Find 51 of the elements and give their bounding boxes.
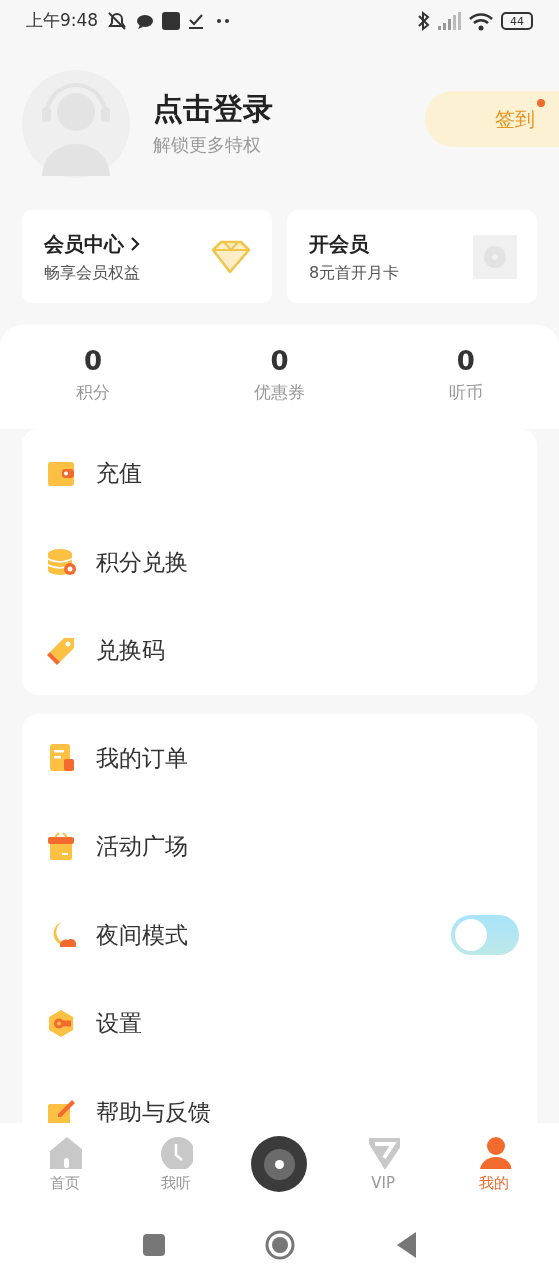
home-circle-icon xyxy=(264,1230,295,1260)
card-title: 开会员 xyxy=(309,230,369,258)
clock-icon xyxy=(158,1135,193,1169)
stat-label: 积分 xyxy=(76,380,111,404)
disc-image-icon xyxy=(473,234,517,279)
stat-value[interactable]: 0 xyxy=(84,345,103,378)
menu-item[interactable]: 设置 xyxy=(22,979,537,1068)
gift-box-icon xyxy=(46,830,76,862)
stat-label: 优惠券 xyxy=(254,380,305,404)
menu-item[interactable]: 帮助与反馈 xyxy=(22,1067,537,1123)
recent-apps-icon xyxy=(142,1234,165,1256)
stat-value[interactable]: 0 xyxy=(270,345,289,378)
menu-item[interactable]: 兑换码 xyxy=(22,606,537,695)
menu-item[interactable]: 夜间模式 xyxy=(22,890,537,979)
status-time: 上午9:48 xyxy=(26,9,99,33)
chat-bubble-icon xyxy=(136,12,155,30)
menu-label: 夜间模式 xyxy=(96,920,189,950)
signal-icon xyxy=(438,12,461,30)
wifi-icon xyxy=(469,11,493,31)
menu-label: 充值 xyxy=(96,459,143,488)
more-dots-icon xyxy=(216,17,231,25)
stat-label: 听币 xyxy=(448,380,483,404)
card-subtitle: 8元首开月卡 xyxy=(309,261,400,284)
menu-label: 帮助与反馈 xyxy=(96,1097,212,1123)
gear-icon xyxy=(46,1007,76,1039)
login-title[interactable]: 点击登录 xyxy=(153,89,425,128)
menu-item[interactable]: 我的订单 xyxy=(22,713,537,802)
menu-item[interactable]: 活动广场 xyxy=(22,802,537,891)
check-icon xyxy=(188,12,205,30)
menu-item[interactable]: 充值 xyxy=(22,429,537,518)
menu-label: 兑换码 xyxy=(96,636,166,665)
login-subtitle: 解锁更多特权 xyxy=(153,133,262,158)
coin-stack-icon xyxy=(46,546,76,578)
muted-bell-icon xyxy=(106,11,129,31)
night-mode-toggle[interactable] xyxy=(451,914,519,955)
menu-label: 设置 xyxy=(96,1009,143,1038)
battery-indicator: 44 xyxy=(501,12,533,30)
bluetooth-icon xyxy=(416,10,430,32)
home-icon xyxy=(48,1135,83,1169)
card-title: 会员中心 xyxy=(44,230,124,258)
app-square-icon xyxy=(162,12,181,30)
card-subtitle: 畅享会员权益 xyxy=(44,261,140,284)
menu-item[interactable]: 积分兑换 xyxy=(22,517,537,606)
member-card[interactable]: 开会员 8元首开月卡 xyxy=(287,210,537,303)
chevron-right-icon xyxy=(130,235,140,252)
menu-label: 积分兑换 xyxy=(96,547,189,577)
vip-logo-icon xyxy=(366,1135,401,1169)
menu-label: 活动广场 xyxy=(96,832,189,861)
member-card[interactable]: 会员中心 畅享会员权益 xyxy=(22,210,272,303)
menu-label: 我的订单 xyxy=(96,743,189,773)
stat-value[interactable]: 0 xyxy=(456,345,475,378)
